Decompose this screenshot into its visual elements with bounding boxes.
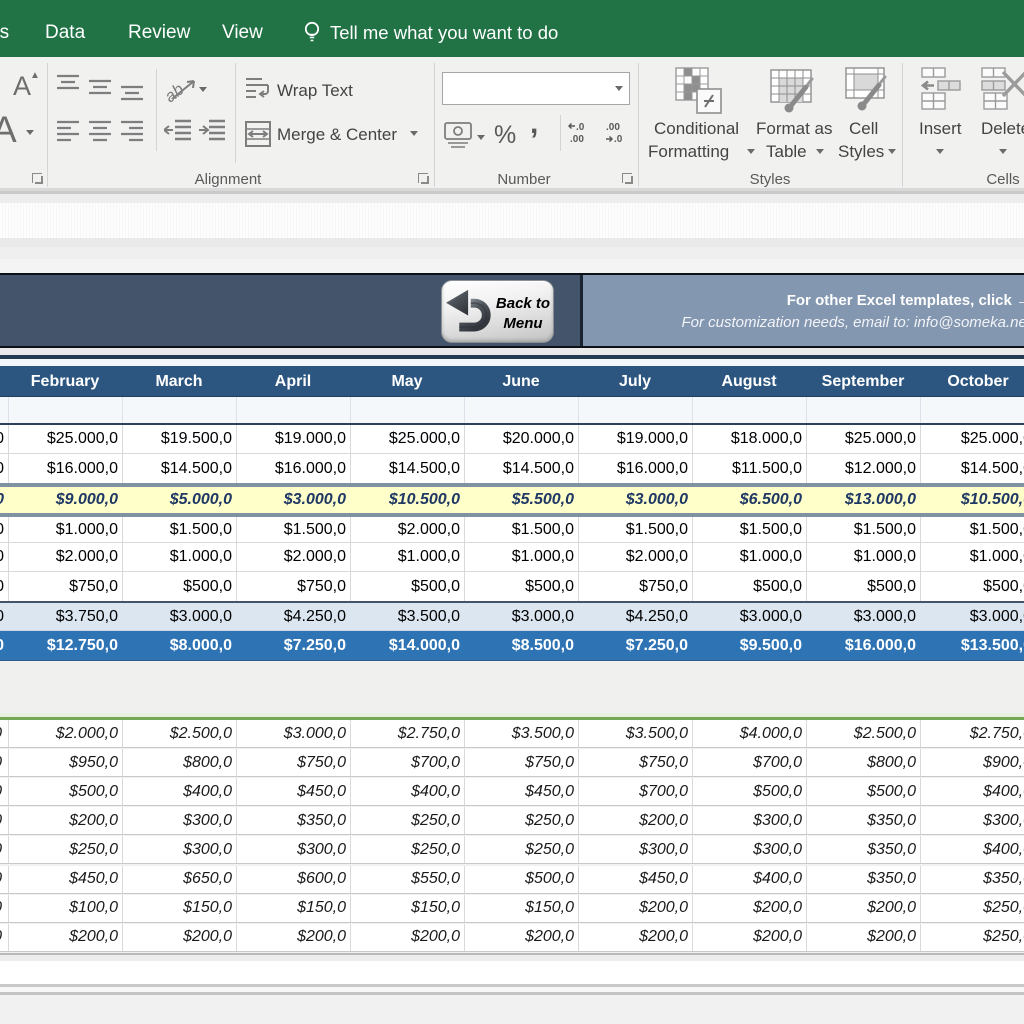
svg-text:.00: .00 [606, 122, 620, 133]
svg-text:.00: .00 [570, 134, 584, 145]
svg-text:.0: .0 [614, 134, 623, 145]
svg-text:ab: ab [164, 80, 188, 103]
svg-text:.0: .0 [576, 122, 585, 133]
